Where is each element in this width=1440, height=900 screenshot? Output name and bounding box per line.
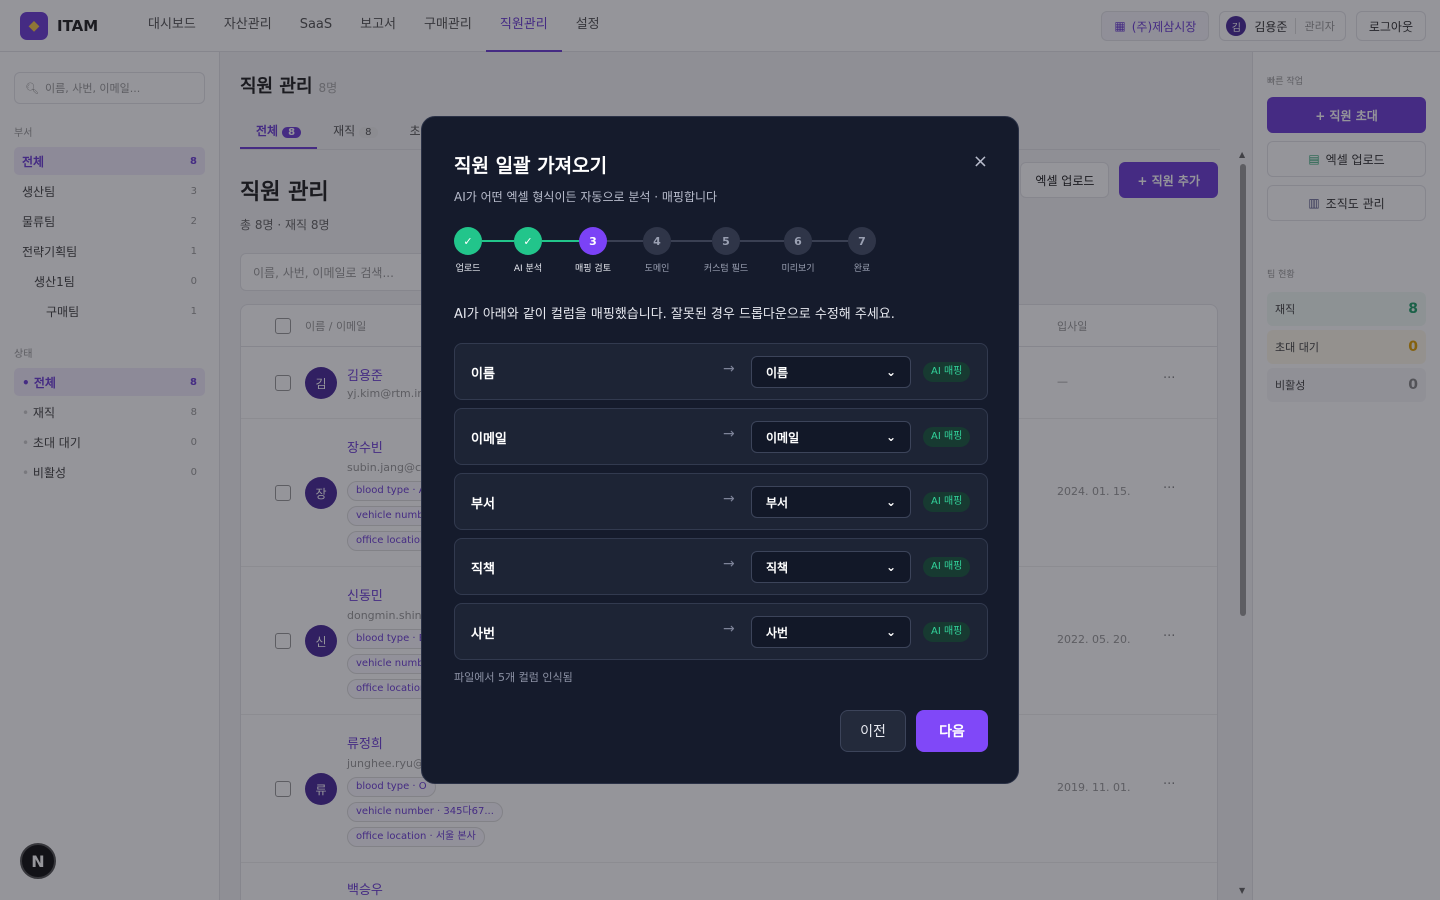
step-connector [607,240,643,242]
close-icon[interactable]: × [973,151,988,172]
step-7-indicator: 7 [848,227,876,255]
arrow-right-icon: → [723,556,735,572]
target-field-select[interactable]: 이메일 ⌄ [751,421,911,453]
arrow-right-icon: → [723,491,735,507]
mapping-instructions: AI가 아래와 같이 컬럼을 매핑했습니다. 잘못된 경우 드롭다운으로 수정해… [454,307,895,322]
target-field-select[interactable]: 직책 ⌄ [751,551,911,583]
step-connector [671,240,712,242]
step-7-label: 완료 [853,264,871,274]
previous-button[interactable]: 이전 [840,710,906,752]
step-connector [812,240,848,242]
step-3-indicator: 3 [579,227,607,255]
source-column: 사번 [471,627,495,642]
step-2-check-icon: ✓ [514,227,542,255]
ai-mapped-badge: AI 매핑 [923,362,971,382]
chevron-down-icon: ⌄ [885,495,896,509]
step-6-indicator: 6 [784,227,812,255]
chevron-down-icon: ⌄ [885,625,896,639]
step-4-label: 도메인 [644,264,670,274]
mapping-row-employee-id: 사번 → 사번 ⌄ AI 매핑 [454,603,988,660]
target-field-select[interactable]: 부서 ⌄ [751,486,911,518]
chevron-down-icon: ⌄ [885,560,896,574]
mapping-row-department: 부서 → 부서 ⌄ AI 매핑 [454,473,988,530]
columns-detected-note: 파일에서 5개 컬럼 인식됨 [454,671,573,684]
mapping-row-position: 직책 → 직책 ⌄ AI 매핑 [454,538,988,595]
select-value: 직책 [766,560,789,575]
select-value: 부서 [766,495,789,510]
source-column: 직책 [471,562,495,577]
step-1-check-icon: ✓ [454,227,482,255]
step-connector [542,240,579,242]
step-6-label: 미리보기 [781,264,815,274]
source-column: 이메일 [471,432,507,447]
step-connector [740,240,784,242]
ai-mapped-badge: AI 매핑 [923,557,971,577]
chevron-down-icon: ⌄ [885,430,896,444]
bulk-import-modal: 직원 일괄 가져오기 AI가 어떤 엑셀 형식이든 자동으로 분석 · 매핑합니… [421,116,1019,784]
modal-subtitle: AI가 어떤 엑셀 형식이든 자동으로 분석 · 매핑합니다 [454,190,718,204]
target-field-select[interactable]: 사번 ⌄ [751,616,911,648]
step-4-indicator: 4 [643,227,671,255]
ai-mapped-badge: AI 매핑 [923,622,971,642]
step-3-label: 매핑 검토 [575,264,611,274]
select-value: 이메일 [766,430,800,445]
ai-mapped-badge: AI 매핑 [923,492,971,512]
arrow-right-icon: → [723,426,735,442]
modal-title: 직원 일괄 가져오기 [454,155,608,177]
import-stepper: ✓ ✓ 3 4 5 6 7 업로드 AI 분석 매핑 검토 도메인 커스텀 필드… [454,227,876,277]
mapping-row-name: 이름 → 이름 ⌄ AI 매핑 [454,343,988,400]
step-1-label: 업로드 [455,264,481,274]
mapping-row-email: 이메일 → 이메일 ⌄ AI 매핑 [454,408,988,465]
step-2-label: AI 분석 [513,264,543,274]
source-column: 이름 [471,367,495,382]
next-button[interactable]: 다음 [916,710,988,752]
select-value: 이름 [766,365,789,380]
chevron-down-icon: ⌄ [885,365,896,379]
target-field-select[interactable]: 이름 ⌄ [751,356,911,388]
step-5-label: 커스텀 필드 [703,264,749,274]
ai-mapped-badge: AI 매핑 [923,427,971,447]
select-value: 사번 [766,625,789,640]
arrow-right-icon: → [723,621,735,637]
step-5-indicator: 5 [712,227,740,255]
arrow-right-icon: → [723,361,735,377]
source-column: 부서 [471,497,495,512]
step-connector [482,240,514,242]
